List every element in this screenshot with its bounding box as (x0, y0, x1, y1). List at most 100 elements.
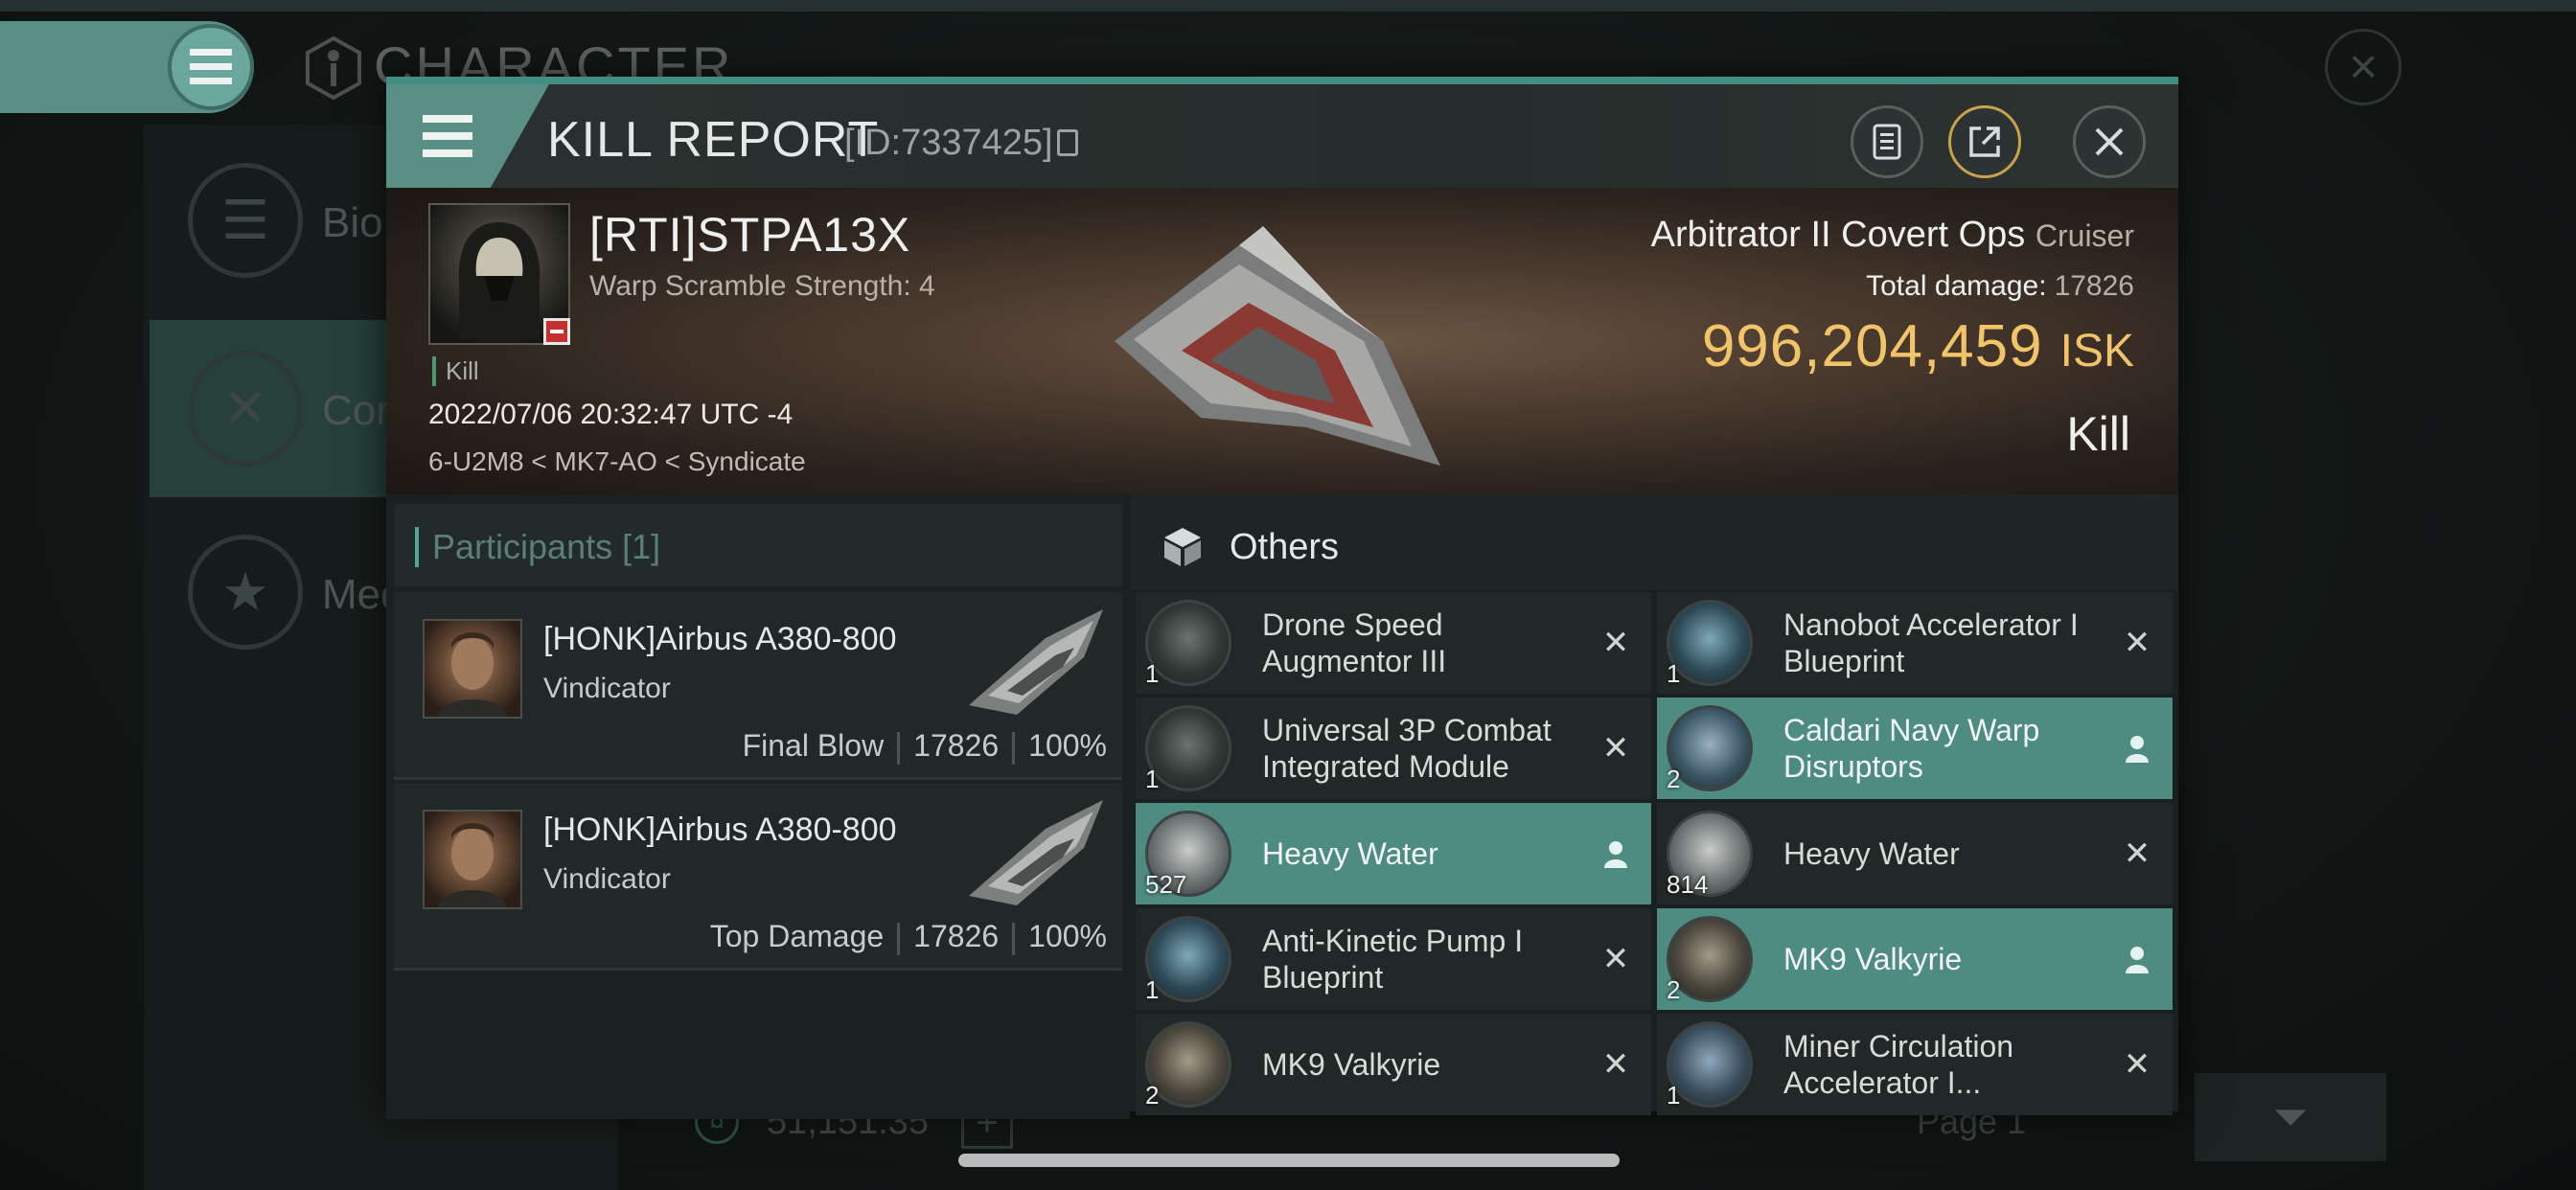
destroyed-icon: ✕ (1601, 730, 1630, 767)
participant-percent: 100% (1028, 728, 1107, 763)
destroyed-icon: ✕ (1601, 1046, 1630, 1083)
report-button[interactable] (1851, 105, 1923, 178)
pilot-portrait-icon (438, 632, 507, 717)
participant-stats: Final Blow 17826 100% (743, 728, 1107, 765)
close-icon: × (2348, 39, 2379, 95)
bg-filter-button[interactable]: ⏷ (2195, 1073, 2386, 1161)
participant-damage: 17826 (913, 728, 1000, 763)
item-quantity: 1 (1145, 765, 1160, 793)
cube-icon (1164, 528, 1201, 566)
victim-name[interactable]: [RTI]STPA13X (589, 207, 910, 263)
hamburger-icon (423, 115, 472, 157)
kill-type: Kill (2066, 407, 2130, 461)
pilot-portrait-icon (438, 823, 507, 907)
bg-close-button[interactable]: × (2325, 29, 2402, 105)
bg-side-label: Bio (322, 199, 383, 246)
document-icon (1873, 124, 1901, 160)
loot-item[interactable]: 1 Nanobot Accelerator I Blueprint ✕ (1657, 592, 2173, 694)
destroyed-icon: ✕ (1601, 625, 1630, 661)
participant-row[interactable]: [HONK]Airbus A380-800 Vindicator Top Dam… (394, 783, 1122, 971)
item-name: Universal 3P Combat Integrated Module (1262, 713, 1552, 784)
list-icon: ☰ (188, 163, 303, 278)
loot-item[interactable]: 2 Caldari Navy Warp Disruptors (1657, 698, 2173, 799)
victim-banner: [RTI]STPA13X Warp Scramble Strength: 4 K… (386, 188, 2178, 494)
loot-item[interactable]: 1 Universal 3P Combat Integrated Module … (1136, 698, 1651, 799)
item-quantity: 814 (1667, 870, 1709, 899)
participant-name[interactable]: [HONK]Airbus A380-800 (543, 621, 897, 658)
person-icon (2121, 943, 2153, 975)
participant-damage: 17826 (913, 919, 1000, 953)
separator (897, 731, 901, 765)
item-quantity: 1 (1667, 1081, 1681, 1110)
others-title: Others (1230, 527, 1340, 567)
participant-ship: Vindicator (543, 863, 671, 895)
copy-icon[interactable] (1057, 129, 1078, 156)
participants-title: Participants (432, 527, 613, 566)
kill-id: [ID:7337425] (844, 123, 1053, 163)
hamburger-icon (190, 49, 232, 84)
item-quantity: 2 (1667, 765, 1681, 793)
loot-item[interactable]: 2 MK9 Valkyrie ✕ (1136, 1014, 1651, 1115)
participant-avatar[interactable] (423, 619, 522, 719)
participant-name[interactable]: [HONK]Airbus A380-800 (543, 812, 897, 849)
warp-scramble-strength: Warp Scramble Strength: 4 (589, 270, 935, 302)
participant-stats: Top Damage 17826 100% (710, 919, 1107, 955)
participants-count: [1] (622, 527, 661, 566)
isk-value-line: 996,204,459 ISK (1702, 312, 2134, 380)
item-quantity: 527 (1145, 870, 1187, 899)
participant-ship-image (969, 609, 1103, 715)
item-quantity: 1 (1145, 975, 1160, 1004)
victim-ship-image[interactable] (1095, 207, 1460, 485)
separator (1012, 731, 1016, 765)
kill-datetime: 2022/07/06 20:32:47 UTC -4 (428, 399, 794, 430)
participant-role: Final Blow (742, 728, 885, 763)
item-quantity: 2 (1667, 975, 1681, 1004)
item-name: Caldari Navy Warp Disruptors (1783, 713, 2040, 784)
loot-item[interactable]: 2 MK9 Valkyrie (1657, 908, 2173, 1010)
share-button[interactable] (1948, 105, 2021, 178)
isk-unit: ISK (2059, 326, 2134, 377)
modal-close-button[interactable] (2073, 105, 2146, 178)
item-name: MK9 Valkyrie (1783, 942, 1963, 976)
kill-tag: Kill (432, 356, 479, 386)
security-status-badge (543, 318, 570, 345)
item-name: Heavy Water (1783, 836, 1960, 871)
item-name: Anti-Kinetic Pump I Blueprint (1262, 924, 1524, 995)
item-quantity: 2 (1145, 1081, 1160, 1110)
loot-item[interactable]: 1 Miner Circulation Accelerator I... ✕ (1657, 1014, 2173, 1115)
item-quantity: 1 (1145, 659, 1160, 688)
character-icon (306, 36, 361, 100)
kill-location[interactable]: 6-U2M8 < MK7-AO < Syndicate (428, 446, 806, 477)
loot-item[interactable]: 1 Anti-Kinetic Pump I Blueprint ✕ (1136, 908, 1651, 1010)
destroyed-icon: ✕ (2123, 1046, 2151, 1083)
victim-ship-name[interactable]: Arbitrator II Covert Ops (1651, 215, 2026, 255)
star-icon: ★ (188, 535, 303, 650)
loot-item[interactable]: 527 Heavy Water (1136, 803, 1651, 904)
participant-avatar[interactable] (423, 810, 522, 909)
modal-title: KILL REPORT (547, 112, 880, 168)
kill-report-modal: KILL REPORT [ID:7337425] [RTI]STPA13X Wa… (386, 77, 2178, 1119)
item-name: MK9 Valkyrie (1262, 1047, 1441, 1082)
share-icon (1969, 126, 2000, 157)
item-name: Heavy Water (1262, 836, 1438, 871)
total-damage-line: Total damage: 17826 (1866, 270, 2134, 303)
separator (1012, 922, 1016, 955)
home-indicator[interactable] (958, 1154, 1620, 1167)
person-icon (1599, 837, 1632, 870)
loot-item[interactable]: 814 Heavy Water ✕ (1657, 803, 2173, 904)
participant-ship-image (969, 800, 1103, 905)
total-damage-value: 17826 (2054, 270, 2134, 302)
item-name: Drone Speed Augmentor III (1262, 607, 1447, 678)
person-icon (2121, 732, 2153, 765)
modal-header: KILL REPORT [ID:7337425] (386, 84, 2178, 188)
victim-ship-line: Arbitrator II Covert Ops Cruiser (1651, 215, 2134, 256)
item-name: Miner Circulation Accelerator I... (1783, 1029, 2014, 1100)
loot-item[interactable]: 1 Drone Speed Augmentor III ✕ (1136, 592, 1651, 694)
participants-title-line: Participants [1] (415, 527, 660, 567)
top-strip (0, 0, 2576, 11)
total-damage-label: Total damage: (1866, 270, 2047, 302)
participant-ship: Vindicator (543, 673, 671, 704)
item-quantity: 1 (1667, 659, 1681, 688)
bg-menu-button[interactable] (168, 24, 254, 110)
participant-row[interactable]: [HONK]Airbus A380-800 Vindicator Final B… (394, 592, 1122, 780)
